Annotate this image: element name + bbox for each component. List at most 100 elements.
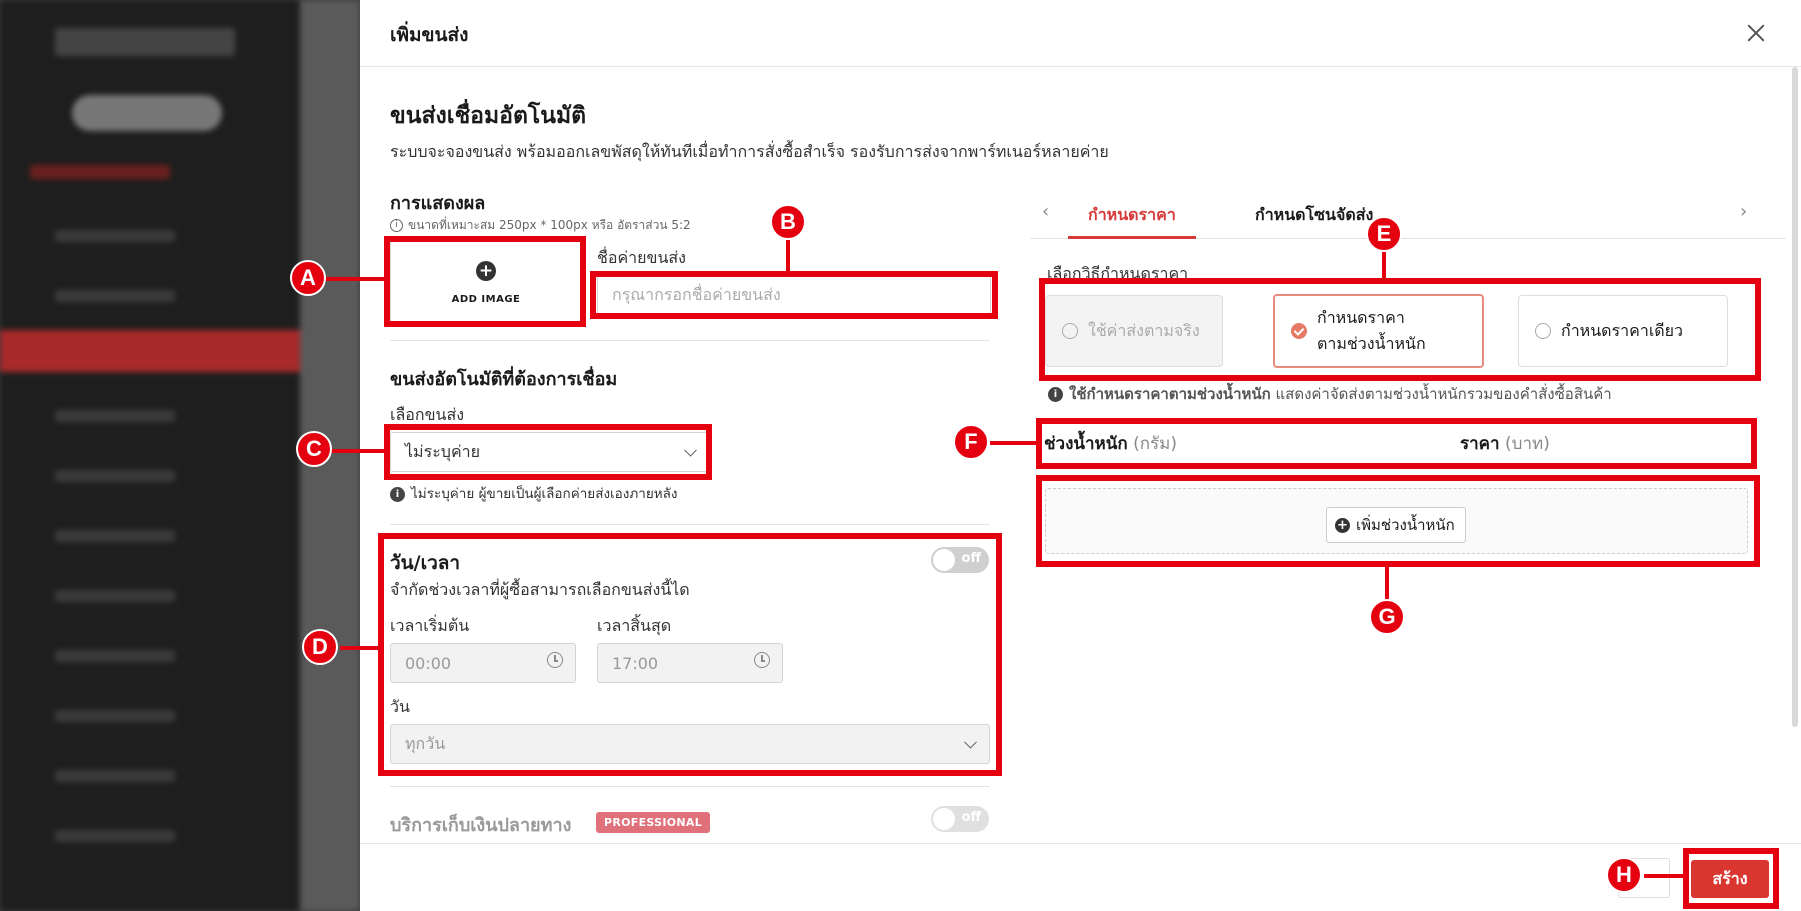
background-menu-item (55, 770, 175, 782)
background-pill (72, 95, 222, 131)
plus-circle-icon: + (1335, 517, 1350, 533)
background-menu-item (55, 530, 175, 542)
annotation-line-h (1644, 874, 1685, 878)
background-menu-item (55, 410, 175, 422)
option-single-price[interactable]: กำหนดราคาเดียว (1518, 295, 1728, 367)
day-label: วัน (390, 697, 410, 716)
scrollbar[interactable] (1792, 67, 1798, 727)
create-button[interactable]: สร้าง (1691, 860, 1769, 898)
tab-next-icon[interactable]: › (1740, 201, 1747, 222)
carrier-name-input[interactable]: กรุณากรอกชื่อค่ายขนส่ง (597, 275, 991, 315)
chevron-down-icon (964, 735, 977, 749)
modal-title: เพิ่มขนส่ง (390, 24, 469, 46)
carrier-section-label: ขนส่งอัตโนมัติที่ต้องการเชื่อม (390, 369, 618, 390)
annotation-line-f (990, 441, 1038, 445)
modal-footer (360, 843, 1801, 911)
annotation-line-c (330, 449, 386, 453)
section-title: ขนส่งเชื่อมอัตโนมัติ (390, 103, 587, 129)
background-red-item (30, 165, 170, 179)
carrier-select[interactable]: ไม่ระบุค่าย (390, 432, 710, 472)
carrier-name-placeholder: กรุณากรอกชื่อค่ายขนส่ง (612, 284, 781, 304)
professional-badge: PROFESSIONAL (596, 812, 711, 833)
start-time-label: เวลาเริ่มต้น (390, 616, 470, 635)
datetime-toggle[interactable]: off (931, 547, 989, 573)
info-icon: i (390, 219, 403, 232)
col-price-label: ราคา (1460, 434, 1500, 454)
annotation-marker-b: B (770, 204, 806, 240)
start-time-input[interactable]: 00:00 (390, 643, 576, 683)
option-weight-range-line2: ตามช่วงน้ำหนัก (1317, 334, 1426, 353)
annotation-marker-f: F (953, 424, 989, 460)
pricing-info: i ใช้กำหนดราคาตามช่วงน้ำหนัก แสดงค่าจัดส่… (1048, 382, 1612, 406)
carrier-name-label: ชื่อค่ายขนส่ง (597, 248, 686, 267)
plus-circle-icon: + (476, 261, 496, 281)
select-carrier-label: เลือกขนส่ง (390, 405, 465, 424)
option-weight-range-text: กำหนดราคาตามช่วงน้ำหนัก (1317, 305, 1426, 357)
annotation-line-e (1382, 252, 1386, 280)
background-menu-item (55, 830, 175, 842)
toggle-knob (933, 808, 955, 830)
option-actual-shipping[interactable]: ใช้ค่าส่งตามจริง (1045, 295, 1223, 367)
day-select[interactable]: ทุกวัน (390, 724, 990, 764)
tab-prev-icon[interactable]: ‹ (1042, 201, 1049, 222)
col-weight-unit: (กรัม) (1133, 434, 1177, 454)
toggle-text: off (961, 810, 981, 825)
cod-toggle[interactable]: off (931, 806, 989, 832)
divider (390, 786, 990, 787)
col-weight-label: ช่วงน้ำหนัก (1044, 434, 1128, 454)
add-image-button[interactable]: + ADD IMAGE (390, 240, 582, 322)
background-menu-item (55, 710, 175, 722)
carrier-select-value: ไม่ระบุค่าย (405, 441, 480, 461)
modal-header: เพิ่มขนส่ง (360, 0, 1801, 67)
add-weight-range-button[interactable]: + เพิ่มช่วงน้ำหนัก (1326, 507, 1466, 543)
option-actual-shipping-label: ใช้ค่าส่งตามจริง (1088, 320, 1200, 340)
annotation-line-a (324, 277, 386, 281)
divider (390, 340, 990, 341)
background-menu-item (55, 650, 175, 662)
end-time-value: 17:00 (612, 653, 659, 673)
end-time-input[interactable]: 17:00 (597, 643, 783, 683)
chevron-down-icon (684, 443, 697, 457)
option-weight-range[interactable]: กำหนดราคาตามช่วงน้ำหนัก (1273, 294, 1484, 368)
background-logo (55, 28, 235, 56)
close-icon[interactable] (1745, 22, 1767, 44)
carrier-note-text: ไม่ระบุค่าย ผู้ขายเป็นผู้เลือกค่ายส่งเอง… (411, 486, 678, 502)
clock-icon (547, 652, 563, 668)
datetime-description: จำกัดช่วงเวลาที่ผู้ซื้อสามารถเลือกขนส่งน… (390, 580, 690, 599)
option-weight-range-line1: กำหนดราคา (1317, 308, 1405, 327)
info-icon: i (390, 486, 405, 502)
day-select-value: ทุกวัน (405, 733, 446, 753)
background-menu-item (55, 470, 175, 482)
add-image-label: ADD IMAGE (451, 294, 521, 305)
col-price-unit: (บาท) (1505, 434, 1550, 454)
annotation-marker-a: A (290, 260, 326, 296)
annotation-line-d (340, 646, 380, 650)
pricing-info-bold: ใช้กำหนดราคาตามช่วงน้ำหนัก (1069, 385, 1271, 403)
background-menu-item (55, 590, 175, 602)
annotation-marker-h: H (1606, 857, 1642, 893)
radio-checked-icon (1291, 323, 1307, 339)
annotation-marker-e: E (1366, 216, 1402, 252)
info-icon: i (1048, 387, 1063, 402)
tab-shipping-zone[interactable]: กำหนดโซนจัดส่ง (1255, 203, 1373, 228)
display-label: การแสดงผล (390, 193, 486, 214)
annotation-marker-g: G (1369, 599, 1405, 635)
tab-pricing[interactable]: กำหนดราคา (1088, 203, 1176, 228)
annotation-line-g (1385, 565, 1389, 601)
toggle-text: off (961, 551, 981, 566)
clock-icon (754, 652, 770, 668)
annotation-marker-c: C (296, 431, 332, 467)
add-weight-range-label: เพิ่มช่วงน้ำหนัก (1356, 516, 1455, 534)
col-price: ราคา (บาท) (1460, 430, 1550, 457)
carrier-note: i ไม่ระบุค่าย ผู้ขายเป็นผู้เลือกค่ายส่งเอ… (390, 482, 678, 504)
annotation-line-b (786, 240, 790, 274)
background-active-item (0, 330, 300, 372)
datetime-label: วัน/เวลา (390, 552, 461, 574)
option-single-price-label: กำหนดราคาเดียว (1561, 320, 1684, 340)
annotation-marker-d: D (302, 629, 338, 665)
end-time-label: เวลาสิ้นสุด (597, 616, 672, 635)
display-hint: i ขนาดที่เหมาะสม 250px * 100px หรือ อัตรา… (390, 216, 691, 235)
radio-icon (1535, 323, 1551, 339)
cod-label: บริการเก็บเงินปลายทาง (390, 815, 572, 836)
tab-active-indicator (1068, 236, 1196, 239)
